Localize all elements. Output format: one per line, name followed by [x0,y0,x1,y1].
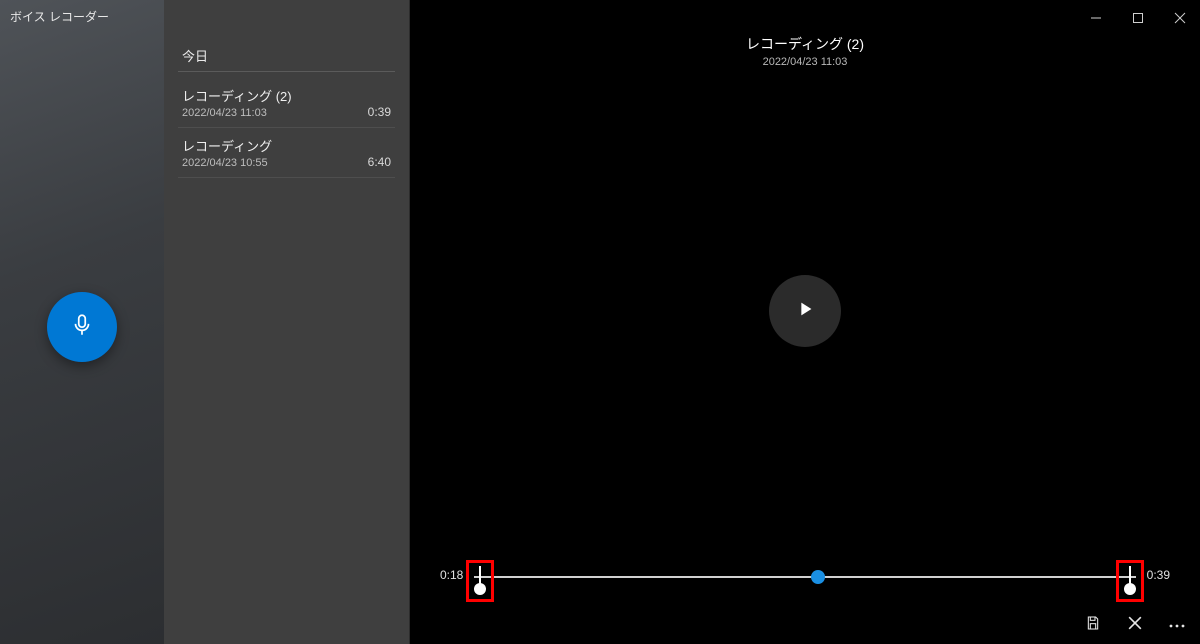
left-rail: ボイス レコーダー [0,0,164,644]
list-item-timestamp: 2022/04/23 11:03 [182,107,292,119]
trim-handle-stem [479,566,481,584]
list-item[interactable]: レコーディング (2) 2022/04/23 11:03 0:39 [178,78,395,128]
window-controls [1084,6,1192,30]
more-button[interactable] [1166,614,1188,636]
trim-end-handle[interactable] [1116,560,1144,602]
main-pane: レコーディング (2) 2022/04/23 11:03 0:18 0:39 [410,0,1200,644]
trim-start-handle[interactable] [466,560,494,602]
recording-timestamp: 2022/04/23 11:03 [410,56,1200,68]
close-icon [1128,616,1142,635]
trim-end-time: 0:39 [1147,568,1170,582]
record-button[interactable] [47,292,117,362]
trim-handle-stem [1129,566,1131,584]
list-item-duration: 6:40 [368,155,391,169]
save-icon [1085,615,1101,636]
trim-start-time: 0:18 [440,568,463,582]
app-root: ボイス レコーダー 今日 レコーディング (2) 2022/04/23 11:0… [0,0,1200,644]
list-item-title: レコーディング (2) [182,86,292,105]
maximize-button[interactable] [1126,6,1150,30]
play-button[interactable] [769,275,841,347]
recording-list: 今日 レコーディング (2) 2022/04/23 11:03 0:39 レコー… [164,0,410,644]
list-item-timestamp: 2022/04/23 10:55 [182,157,272,169]
now-playing-header: レコーディング (2) 2022/04/23 11:03 [410,34,1200,68]
microphone-icon [69,312,95,343]
list-item[interactable]: レコーディング 2022/04/23 10:55 6:40 [178,128,395,178]
cancel-button[interactable] [1124,614,1146,636]
minimize-button[interactable] [1084,6,1108,30]
trim-handle-knob [474,583,486,595]
list-item-title: レコーディング [182,136,272,155]
trim-handle-knob [1124,583,1136,595]
timeline-track[interactable] [474,576,1136,578]
recording-title: レコーディング (2) [410,34,1200,54]
close-button[interactable] [1168,6,1192,30]
trim-actions [1082,614,1188,636]
trim-bar: 0:18 0:39 [444,554,1166,634]
save-button[interactable] [1082,614,1104,636]
more-icon [1168,616,1186,634]
list-item-duration: 0:39 [368,105,391,119]
list-heading-today: 今日 [178,40,395,72]
app-title: ボイス レコーダー [10,8,109,25]
play-icon [794,298,816,325]
playhead[interactable] [811,570,825,584]
